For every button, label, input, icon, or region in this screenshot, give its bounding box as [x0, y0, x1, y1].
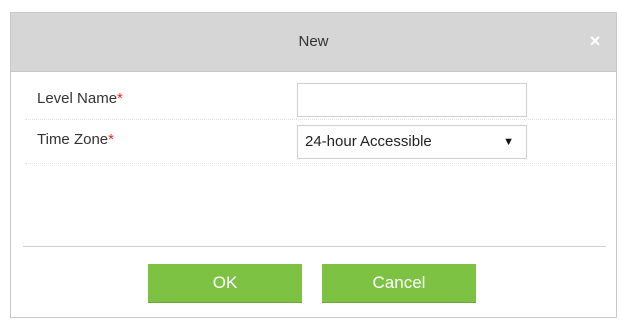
required-mark: * — [117, 90, 123, 107]
cancel-button[interactable]: Cancel — [322, 264, 476, 302]
new-dialog: New × Level Name* Time Zone* 24-hour Acc… — [10, 12, 617, 318]
footer-divider — [23, 246, 606, 247]
level-name-label: Level Name* — [37, 90, 123, 107]
time-zone-row: Time Zone* 24-hour Accessible ▼ — [25, 119, 615, 164]
level-name-input[interactable] — [297, 83, 527, 117]
level-name-row: Level Name* — [25, 79, 615, 120]
chevron-down-icon: ▼ — [503, 136, 514, 148]
dialog-title: New — [298, 33, 329, 50]
time-zone-select[interactable]: 24-hour Accessible ▼ — [297, 125, 527, 159]
required-mark: * — [108, 131, 114, 148]
ok-button[interactable]: OK — [148, 264, 302, 302]
close-icon[interactable]: × — [584, 30, 606, 52]
time-zone-label: Time Zone* — [37, 131, 114, 148]
time-zone-value: 24-hour Accessible — [305, 133, 432, 150]
dialog-titlebar: New × — [11, 13, 616, 72]
